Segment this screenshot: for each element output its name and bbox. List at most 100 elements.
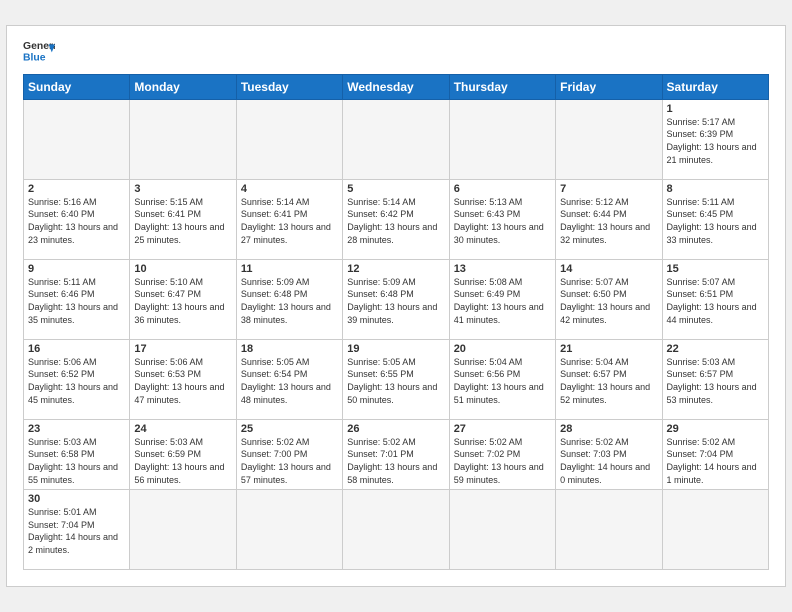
day-info: Sunrise: 5:11 AMSunset: 6:45 PMDaylight:… (667, 196, 764, 246)
calendar-cell (130, 99, 236, 179)
day-info: Sunrise: 5:02 AMSunset: 7:04 PMDaylight:… (667, 436, 764, 486)
day-number: 19 (347, 343, 444, 355)
day-number: 15 (667, 263, 764, 275)
svg-text:Blue: Blue (23, 52, 46, 63)
calendar-cell (449, 490, 555, 570)
day-info: Sunrise: 5:07 AMSunset: 6:50 PMDaylight:… (560, 276, 657, 326)
calendar-cell: 23Sunrise: 5:03 AMSunset: 6:58 PMDayligh… (24, 419, 130, 489)
day-info: Sunrise: 5:03 AMSunset: 6:57 PMDaylight:… (667, 356, 764, 406)
day-info: Sunrise: 5:13 AMSunset: 6:43 PMDaylight:… (454, 196, 551, 246)
day-info: Sunrise: 5:14 AMSunset: 6:42 PMDaylight:… (347, 196, 444, 246)
weekday-monday: Monday (130, 74, 236, 99)
day-number: 20 (454, 343, 551, 355)
day-info: Sunrise: 5:09 AMSunset: 6:48 PMDaylight:… (347, 276, 444, 326)
day-number: 27 (454, 423, 551, 435)
day-number: 22 (667, 343, 764, 355)
calendar-cell: 26Sunrise: 5:02 AMSunset: 7:01 PMDayligh… (343, 419, 449, 489)
day-number: 11 (241, 263, 338, 275)
day-info: Sunrise: 5:04 AMSunset: 6:57 PMDaylight:… (560, 356, 657, 406)
day-number: 17 (134, 343, 231, 355)
calendar-cell (130, 490, 236, 570)
weekday-friday: Friday (556, 74, 662, 99)
calendar-cell: 10Sunrise: 5:10 AMSunset: 6:47 PMDayligh… (130, 259, 236, 339)
day-info: Sunrise: 5:05 AMSunset: 6:54 PMDaylight:… (241, 356, 338, 406)
calendar-row-1: 2Sunrise: 5:16 AMSunset: 6:40 PMDaylight… (24, 179, 769, 259)
day-number: 26 (347, 423, 444, 435)
calendar-cell (24, 99, 130, 179)
day-info: Sunrise: 5:05 AMSunset: 6:55 PMDaylight:… (347, 356, 444, 406)
page: General Blue SundayMondayTuesdayWednesda… (6, 25, 786, 587)
calendar-cell (556, 99, 662, 179)
calendar-cell: 18Sunrise: 5:05 AMSunset: 6:54 PMDayligh… (236, 339, 342, 419)
calendar-cell (343, 490, 449, 570)
calendar: SundayMondayTuesdayWednesdayThursdayFrid… (23, 74, 769, 570)
day-info: Sunrise: 5:06 AMSunset: 6:53 PMDaylight:… (134, 356, 231, 406)
day-number: 3 (134, 183, 231, 195)
day-number: 10 (134, 263, 231, 275)
calendar-cell: 27Sunrise: 5:02 AMSunset: 7:02 PMDayligh… (449, 419, 555, 489)
day-number: 23 (28, 423, 125, 435)
calendar-row-0: 1Sunrise: 5:17 AMSunset: 6:39 PMDaylight… (24, 99, 769, 179)
day-number: 25 (241, 423, 338, 435)
logo-icon: General Blue (23, 38, 55, 66)
calendar-cell: 22Sunrise: 5:03 AMSunset: 6:57 PMDayligh… (662, 339, 768, 419)
day-number: 1 (667, 103, 764, 115)
calendar-cell: 14Sunrise: 5:07 AMSunset: 6:50 PMDayligh… (556, 259, 662, 339)
calendar-cell: 1Sunrise: 5:17 AMSunset: 6:39 PMDaylight… (662, 99, 768, 179)
calendar-row-3: 16Sunrise: 5:06 AMSunset: 6:52 PMDayligh… (24, 339, 769, 419)
calendar-cell: 11Sunrise: 5:09 AMSunset: 6:48 PMDayligh… (236, 259, 342, 339)
day-info: Sunrise: 5:03 AMSunset: 6:59 PMDaylight:… (134, 436, 231, 486)
calendar-cell: 16Sunrise: 5:06 AMSunset: 6:52 PMDayligh… (24, 339, 130, 419)
calendar-cell: 25Sunrise: 5:02 AMSunset: 7:00 PMDayligh… (236, 419, 342, 489)
calendar-row-2: 9Sunrise: 5:11 AMSunset: 6:46 PMDaylight… (24, 259, 769, 339)
calendar-cell: 28Sunrise: 5:02 AMSunset: 7:03 PMDayligh… (556, 419, 662, 489)
calendar-cell (449, 99, 555, 179)
calendar-cell (662, 490, 768, 570)
header: General Blue (23, 38, 769, 66)
day-info: Sunrise: 5:04 AMSunset: 6:56 PMDaylight:… (454, 356, 551, 406)
calendar-cell: 5Sunrise: 5:14 AMSunset: 6:42 PMDaylight… (343, 179, 449, 259)
day-info: Sunrise: 5:02 AMSunset: 7:00 PMDaylight:… (241, 436, 338, 486)
calendar-row-4: 23Sunrise: 5:03 AMSunset: 6:58 PMDayligh… (24, 419, 769, 489)
day-number: 21 (560, 343, 657, 355)
day-info: Sunrise: 5:01 AMSunset: 7:04 PMDaylight:… (28, 506, 125, 556)
day-info: Sunrise: 5:06 AMSunset: 6:52 PMDaylight:… (28, 356, 125, 406)
day-info: Sunrise: 5:08 AMSunset: 6:49 PMDaylight:… (454, 276, 551, 326)
day-info: Sunrise: 5:02 AMSunset: 7:01 PMDaylight:… (347, 436, 444, 486)
day-number: 13 (454, 263, 551, 275)
day-number: 14 (560, 263, 657, 275)
day-info: Sunrise: 5:11 AMSunset: 6:46 PMDaylight:… (28, 276, 125, 326)
calendar-cell: 13Sunrise: 5:08 AMSunset: 6:49 PMDayligh… (449, 259, 555, 339)
day-number: 16 (28, 343, 125, 355)
day-info: Sunrise: 5:02 AMSunset: 7:03 PMDaylight:… (560, 436, 657, 486)
calendar-cell: 2Sunrise: 5:16 AMSunset: 6:40 PMDaylight… (24, 179, 130, 259)
day-number: 24 (134, 423, 231, 435)
calendar-cell: 12Sunrise: 5:09 AMSunset: 6:48 PMDayligh… (343, 259, 449, 339)
day-info: Sunrise: 5:12 AMSunset: 6:44 PMDaylight:… (560, 196, 657, 246)
weekday-sunday: Sunday (24, 74, 130, 99)
day-info: Sunrise: 5:07 AMSunset: 6:51 PMDaylight:… (667, 276, 764, 326)
day-number: 6 (454, 183, 551, 195)
day-info: Sunrise: 5:17 AMSunset: 6:39 PMDaylight:… (667, 116, 764, 166)
day-number: 2 (28, 183, 125, 195)
day-info: Sunrise: 5:15 AMSunset: 6:41 PMDaylight:… (134, 196, 231, 246)
calendar-cell: 6Sunrise: 5:13 AMSunset: 6:43 PMDaylight… (449, 179, 555, 259)
logo: General Blue (23, 38, 55, 66)
day-info: Sunrise: 5:14 AMSunset: 6:41 PMDaylight:… (241, 196, 338, 246)
day-info: Sunrise: 5:02 AMSunset: 7:02 PMDaylight:… (454, 436, 551, 486)
calendar-cell (343, 99, 449, 179)
day-number: 4 (241, 183, 338, 195)
calendar-cell: 7Sunrise: 5:12 AMSunset: 6:44 PMDaylight… (556, 179, 662, 259)
calendar-cell: 19Sunrise: 5:05 AMSunset: 6:55 PMDayligh… (343, 339, 449, 419)
day-info: Sunrise: 5:09 AMSunset: 6:48 PMDaylight:… (241, 276, 338, 326)
calendar-cell: 8Sunrise: 5:11 AMSunset: 6:45 PMDaylight… (662, 179, 768, 259)
day-number: 18 (241, 343, 338, 355)
calendar-cell: 29Sunrise: 5:02 AMSunset: 7:04 PMDayligh… (662, 419, 768, 489)
calendar-cell: 9Sunrise: 5:11 AMSunset: 6:46 PMDaylight… (24, 259, 130, 339)
day-number: 8 (667, 183, 764, 195)
day-info: Sunrise: 5:16 AMSunset: 6:40 PMDaylight:… (28, 196, 125, 246)
day-number: 5 (347, 183, 444, 195)
day-info: Sunrise: 5:03 AMSunset: 6:58 PMDaylight:… (28, 436, 125, 486)
calendar-cell: 17Sunrise: 5:06 AMSunset: 6:53 PMDayligh… (130, 339, 236, 419)
day-number: 29 (667, 423, 764, 435)
